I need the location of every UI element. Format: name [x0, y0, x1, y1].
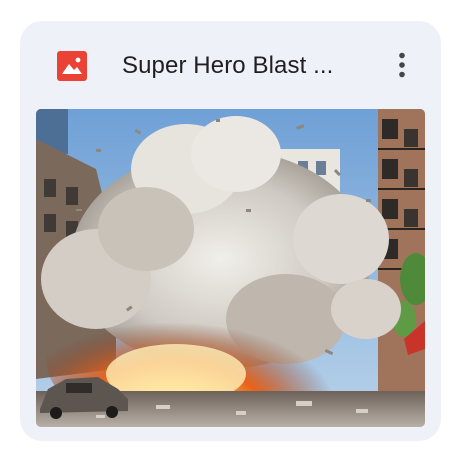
more-vert-icon: [399, 52, 405, 78]
more-options-button[interactable]: [384, 45, 420, 85]
file-thumbnail[interactable]: [36, 109, 425, 427]
file-card[interactable]: Super Hero Blast ...: [20, 21, 441, 441]
file-title[interactable]: Super Hero Blast ...: [122, 49, 362, 83]
explosion-image: [36, 109, 425, 427]
file-card-header: Super Hero Blast ...: [20, 21, 441, 109]
image-file-icon: [57, 51, 87, 81]
